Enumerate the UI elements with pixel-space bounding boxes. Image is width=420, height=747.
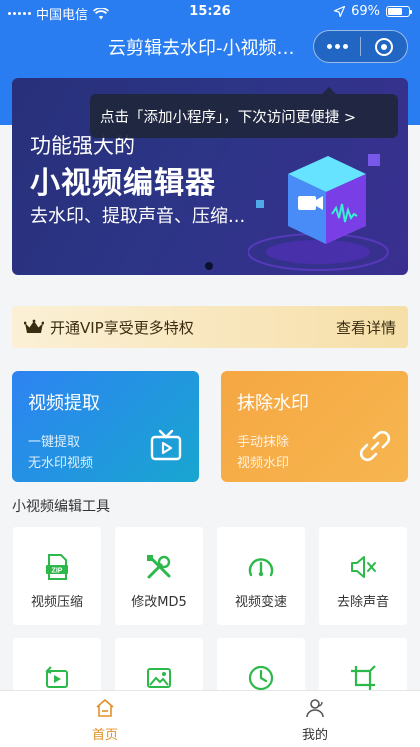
target-icon	[375, 37, 393, 56]
extract-card-line1: 一键提取	[28, 435, 81, 450]
zip-icon: ZIP	[46, 554, 68, 580]
banner-description: 去水印、提取声音、压缩...	[30, 206, 246, 227]
tool-label: 视频变速	[234, 595, 287, 610]
close-miniprogram-button[interactable]	[361, 31, 407, 62]
tool-label: 去除声音	[336, 595, 389, 610]
tool-remove-audio[interactable]: 去除声音	[319, 527, 407, 625]
battery-level	[388, 8, 402, 15]
tool-modify-md5[interactable]: 修改MD5	[115, 527, 203, 625]
video-extract-card[interactable]: 视频提取 一键提取 无水印视频	[12, 371, 199, 482]
tools-icon	[147, 555, 171, 579]
add-miniprogram-tooltip[interactable]: 点击「添加小程序」，下次访问更便捷 >	[90, 87, 398, 138]
crown-icon	[24, 319, 44, 333]
tab-home-label: 首页	[91, 728, 118, 743]
banner-title: 小视频编辑器	[30, 166, 216, 201]
tool-video-speed[interactable]: 视频变速	[217, 527, 305, 625]
tools-section-title: 小视频编辑工具	[12, 499, 110, 515]
mute-icon	[351, 556, 376, 578]
tool-label: 修改MD5	[131, 595, 187, 610]
video-rotate-icon	[45, 666, 68, 688]
user-icon	[306, 699, 324, 718]
watermark-card-line1: 手动抹除	[237, 435, 290, 450]
clock-icon	[248, 665, 274, 691]
tool-label: 视频压缩	[30, 595, 83, 610]
link-icon	[359, 430, 391, 462]
battery-icon	[386, 6, 412, 17]
status-right: 69%	[334, 4, 412, 19]
tooltip-text: 点击「添加小程序」，下次访问更便捷 >	[100, 109, 357, 126]
video-cube-illustration	[248, 154, 389, 271]
tab-mine-label: 我的	[301, 728, 328, 743]
status-bar: 中国电信 15:26 69%	[0, 0, 420, 24]
watermark-card-line2: 视频水印	[237, 456, 290, 471]
svg-text:ZIP: ZIP	[52, 568, 63, 575]
more-dots-icon	[326, 44, 348, 49]
speedometer-icon	[248, 558, 274, 577]
page-title: 云剪辑去水印-小视频…	[108, 38, 295, 59]
watermark-card-title: 抹除水印	[237, 393, 309, 414]
vip-detail-link[interactable]: 查看详情	[336, 317, 396, 338]
extract-card-title: 视频提取	[28, 393, 100, 414]
tab-home[interactable]: 首页	[0, 691, 210, 747]
remove-watermark-card[interactable]: 抹除水印 手动抹除 视频水印	[221, 371, 408, 482]
tab-mine[interactable]: 我的	[210, 691, 420, 747]
more-button[interactable]	[314, 31, 360, 62]
extract-card-line2: 无水印视频	[28, 456, 94, 471]
vip-promo-text: 开通VIP享受更多特权	[50, 318, 194, 337]
crop-icon	[351, 665, 376, 690]
tool-video-compress[interactable]: ZIP 视频压缩	[13, 527, 101, 625]
miniprogram-capsule	[313, 30, 408, 63]
image-icon	[147, 668, 171, 688]
location-arrow-icon	[334, 6, 346, 17]
home-icon	[96, 699, 114, 717]
navigation-bar: 云剪辑去水印-小视频…	[0, 24, 420, 68]
tv-icon	[150, 429, 182, 461]
battery-percent: 69%	[351, 4, 380, 19]
vip-bar[interactable]: 开通VIP享受更多特权 查看详情	[12, 306, 408, 348]
bottom-tab-bar: 首页 我的	[0, 690, 420, 747]
banner-pagination-dot[interactable]	[205, 262, 213, 270]
